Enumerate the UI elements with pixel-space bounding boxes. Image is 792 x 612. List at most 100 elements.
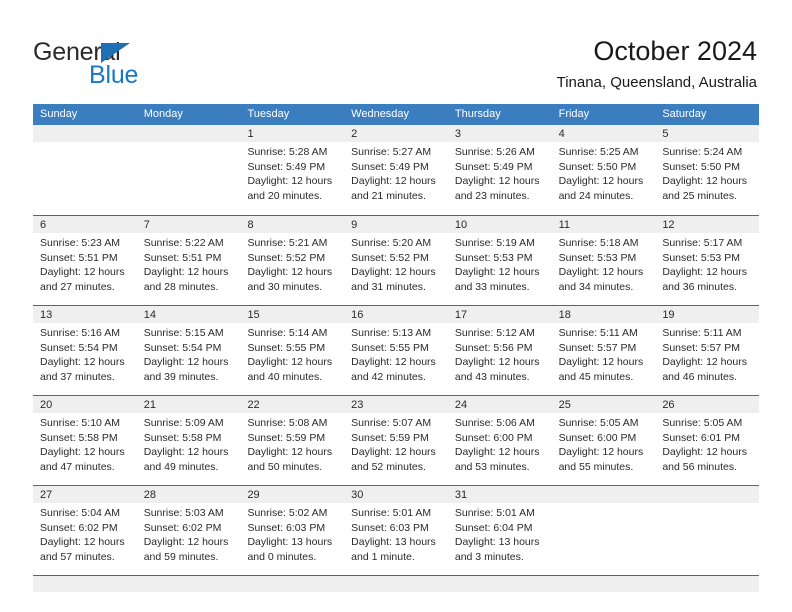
day-number: 12 <box>662 219 675 231</box>
daylight-text-line2: and 43 minutes. <box>454 370 530 383</box>
daylight-text-line2: and 37 minutes. <box>40 370 115 383</box>
page-subtitle: Tinana, Queensland, Australia <box>556 74 757 91</box>
sunrise-text: Sunrise: 5:27 AM <box>351 146 432 158</box>
daylight-text-line1: Daylight: 12 hours <box>662 446 747 459</box>
day-cell[interactable]: 8 Sunrise: 5:21 AM Sunset: 5:52 PM Daylight… <box>240 216 344 306</box>
sunset-text: Sunset: 5:49 PM <box>454 160 533 173</box>
day-number: 20 <box>40 399 53 411</box>
day-cell[interactable]: 9 Sunrise: 5:20 AM Sunset: 5:52 PM Daylight… <box>344 216 448 306</box>
day-cell[interactable]: 6 Sunrise: 5:23 AM Sunset: 5:51 PM Daylight… <box>33 216 137 306</box>
daylight-text-line2: and 31 minutes. <box>351 280 426 293</box>
day-details: Sunrise: 5:03 AM Sunset: 6:02 PM Daylight:… <box>144 506 241 564</box>
day-number: 5 <box>662 128 669 140</box>
daylight-text-line1: Daylight: 12 hours <box>351 266 436 279</box>
day-cell[interactable]: 7 Sunrise: 5:22 AM Sunset: 5:51 PM Daylight… <box>137 216 241 306</box>
sunrise-text: Sunrise: 5:20 AM <box>351 237 432 249</box>
daylight-text-line2: and 50 minutes. <box>247 460 323 473</box>
sunrise-text: Sunrise: 5:17 AM <box>662 237 743 249</box>
day-details: Sunrise: 5:04 AM Sunset: 6:02 PM Daylight:… <box>40 506 137 564</box>
daylight-text-line2: and 30 minutes. <box>247 280 323 293</box>
day-cell[interactable]: 31 Sunrise: 5:01 AM Sunset: 6:04 PM Dayligh… <box>448 486 552 576</box>
day-number: 28 <box>143 489 156 501</box>
day-cell[interactable]: 28 Sunrise: 5:03 AM Sunset: 6:02 PM Dayligh… <box>137 486 241 576</box>
day-cell[interactable]: 24 Sunrise: 5:06 AM Sunset: 6:00 PM Dayligh… <box>448 396 552 486</box>
day-cell-empty <box>655 486 759 576</box>
day-cell[interactable]: 11 Sunrise: 5:18 AM Sunset: 5:53 PM Dayligh… <box>552 216 656 306</box>
dow-friday: Friday <box>558 108 590 120</box>
day-details: Sunrise: 5:22 AM Sunset: 5:51 PM Daylight:… <box>144 236 241 294</box>
sunrise-text: Sunrise: 5:07 AM <box>351 417 432 429</box>
day-details: Sunrise: 5:02 AM Sunset: 6:03 PM Daylight:… <box>247 506 344 564</box>
daylight-text-line2: and 20 minutes. <box>247 189 323 202</box>
daylight-text-line2: and 49 minutes. <box>143 460 219 473</box>
sunrise-text: Sunrise: 5:01 AM <box>454 507 535 519</box>
day-cell[interactable]: 12 Sunrise: 5:17 AM Sunset: 5:53 PM Dayligh… <box>655 216 759 306</box>
daylight-text-line2: and 3 minutes. <box>454 550 524 563</box>
day-cell[interactable]: 16 Sunrise: 5:13 AM Sunset: 5:55 PM Dayligh… <box>344 306 448 396</box>
day-cell[interactable]: 3 Sunrise: 5:26 AM Sunset: 5:49 PM Daylight… <box>448 125 552 215</box>
sunrise-text: Sunrise: 5:21 AM <box>247 237 328 249</box>
day-cell[interactable]: 14 Sunrise: 5:15 AM Sunset: 5:54 PM Dayligh… <box>137 306 241 396</box>
day-cell[interactable]: 30 Sunrise: 5:01 AM Sunset: 6:03 PM Dayligh… <box>344 486 448 576</box>
dow-tuesday: Tuesday <box>247 108 290 120</box>
daylight-text-line2: and 33 minutes. <box>454 280 530 293</box>
dow-sunday: Sunday <box>40 108 78 120</box>
day-cell[interactable]: 21 Sunrise: 5:09 AM Sunset: 5:58 PM Dayligh… <box>137 396 241 486</box>
daylight-text-line1: Daylight: 12 hours <box>143 266 229 279</box>
day-details: Sunrise: 5:17 AM Sunset: 5:53 PM Daylight:… <box>662 236 759 294</box>
day-cell[interactable]: 4 Sunrise: 5:25 AM Sunset: 5:50 PM Daylight… <box>552 125 656 215</box>
daylight-text-line2: and 27 minutes. <box>40 280 115 293</box>
day-number <box>559 487 656 503</box>
daylight-text-line1: Daylight: 12 hours <box>247 175 333 188</box>
sunset-text: Sunset: 5:50 PM <box>662 160 740 173</box>
day-cell[interactable]: 17 Sunrise: 5:12 AM Sunset: 5:56 PM Dayligh… <box>448 306 552 396</box>
daylight-text-line2: and 42 minutes. <box>351 370 426 383</box>
day-number: 8 <box>247 219 254 231</box>
daylight-text-line1: Daylight: 12 hours <box>351 175 436 188</box>
sunrise-text: Sunrise: 5:12 AM <box>454 327 535 339</box>
day-cell[interactable]: 26 Sunrise: 5:05 AM Sunset: 6:01 PM Dayligh… <box>655 396 759 486</box>
day-details: Sunrise: 5:20 AM Sunset: 5:52 PM Daylight:… <box>351 236 448 294</box>
day-cell[interactable]: 1 Sunrise: 5:28 AM Sunset: 5:49 PM Daylight… <box>240 125 344 215</box>
day-number: 2 <box>351 128 358 140</box>
day-details: Sunrise: 5:16 AM Sunset: 5:54 PM Daylight:… <box>40 326 137 384</box>
day-details: Sunrise: 5:13 AM Sunset: 5:55 PM Daylight:… <box>351 326 448 384</box>
calendar-bottom-band <box>33 575 759 592</box>
day-cell[interactable]: 22 Sunrise: 5:08 AM Sunset: 5:59 PM Dayligh… <box>240 396 344 486</box>
sunset-text: Sunset: 5:49 PM <box>351 160 429 173</box>
day-cell[interactable]: 5 Sunrise: 5:24 AM Sunset: 5:50 PM Daylight… <box>655 125 759 215</box>
general-blue-logo[interactable]: General Blue <box>33 38 183 89</box>
daylight-text-line1: Daylight: 12 hours <box>558 446 644 459</box>
dow-thursday: Thursday <box>454 108 501 120</box>
sunrise-text: Sunrise: 5:05 AM <box>662 417 743 429</box>
daylight-text-line2: and 23 minutes. <box>454 189 530 202</box>
sunrise-text: Sunrise: 5:11 AM <box>558 327 638 339</box>
day-details: Sunrise: 5:01 AM Sunset: 6:04 PM Daylight:… <box>455 506 552 564</box>
sunset-text: Sunset: 5:50 PM <box>558 160 637 173</box>
day-cell[interactable]: 23 Sunrise: 5:07 AM Sunset: 5:59 PM Dayligh… <box>344 396 448 486</box>
dow-wednesday: Wednesday <box>351 108 410 120</box>
day-number: 10 <box>454 219 468 231</box>
week-row: 13 Sunrise: 5:16 AM Sunset: 5:54 PM Dayligh… <box>33 305 759 395</box>
day-details: Sunrise: 5:06 AM Sunset: 6:00 PM Daylight:… <box>455 416 552 474</box>
day-cell[interactable]: 25 Sunrise: 5:05 AM Sunset: 6:00 PM Dayligh… <box>552 396 656 486</box>
day-cell[interactable]: 2 Sunrise: 5:27 AM Sunset: 5:49 PM Daylight… <box>344 125 448 215</box>
day-number: 25 <box>558 399 571 411</box>
day-cell[interactable]: 19 Sunrise: 5:11 AM Sunset: 5:57 PM Dayligh… <box>655 306 759 396</box>
daylight-text-line2: and 46 minutes. <box>662 370 738 383</box>
day-cell[interactable]: 10 Sunrise: 5:19 AM Sunset: 5:53 PM Dayligh… <box>448 216 552 306</box>
day-of-week-header: Sunday Monday Tuesday Wednesday Thursday… <box>33 104 759 125</box>
day-number: 6 <box>40 219 47 231</box>
daylight-text-line1: Daylight: 12 hours <box>662 175 747 188</box>
day-cell[interactable]: 15 Sunrise: 5:14 AM Sunset: 5:55 PM Dayligh… <box>240 306 344 396</box>
day-cell[interactable]: 29 Sunrise: 5:02 AM Sunset: 6:03 PM Dayligh… <box>240 486 344 576</box>
day-cell[interactable]: 13 Sunrise: 5:16 AM Sunset: 5:54 PM Dayligh… <box>33 306 137 396</box>
day-cell[interactable]: 18 Sunrise: 5:11 AM Sunset: 5:57 PM Dayligh… <box>552 306 656 396</box>
day-cell[interactable]: 27 Sunrise: 5:04 AM Sunset: 6:02 PM Dayligh… <box>33 486 137 576</box>
day-number <box>144 126 241 142</box>
daylight-text-line1: Daylight: 12 hours <box>454 175 540 188</box>
day-cell[interactable]: 20 Sunrise: 5:10 AM Sunset: 5:58 PM Dayligh… <box>33 396 137 486</box>
daylight-text-line2: and 40 minutes. <box>247 370 323 383</box>
week-cells: 13 Sunrise: 5:16 AM Sunset: 5:54 PM Dayligh… <box>33 306 759 396</box>
daylight-text-line2: and 39 minutes. <box>143 370 219 383</box>
